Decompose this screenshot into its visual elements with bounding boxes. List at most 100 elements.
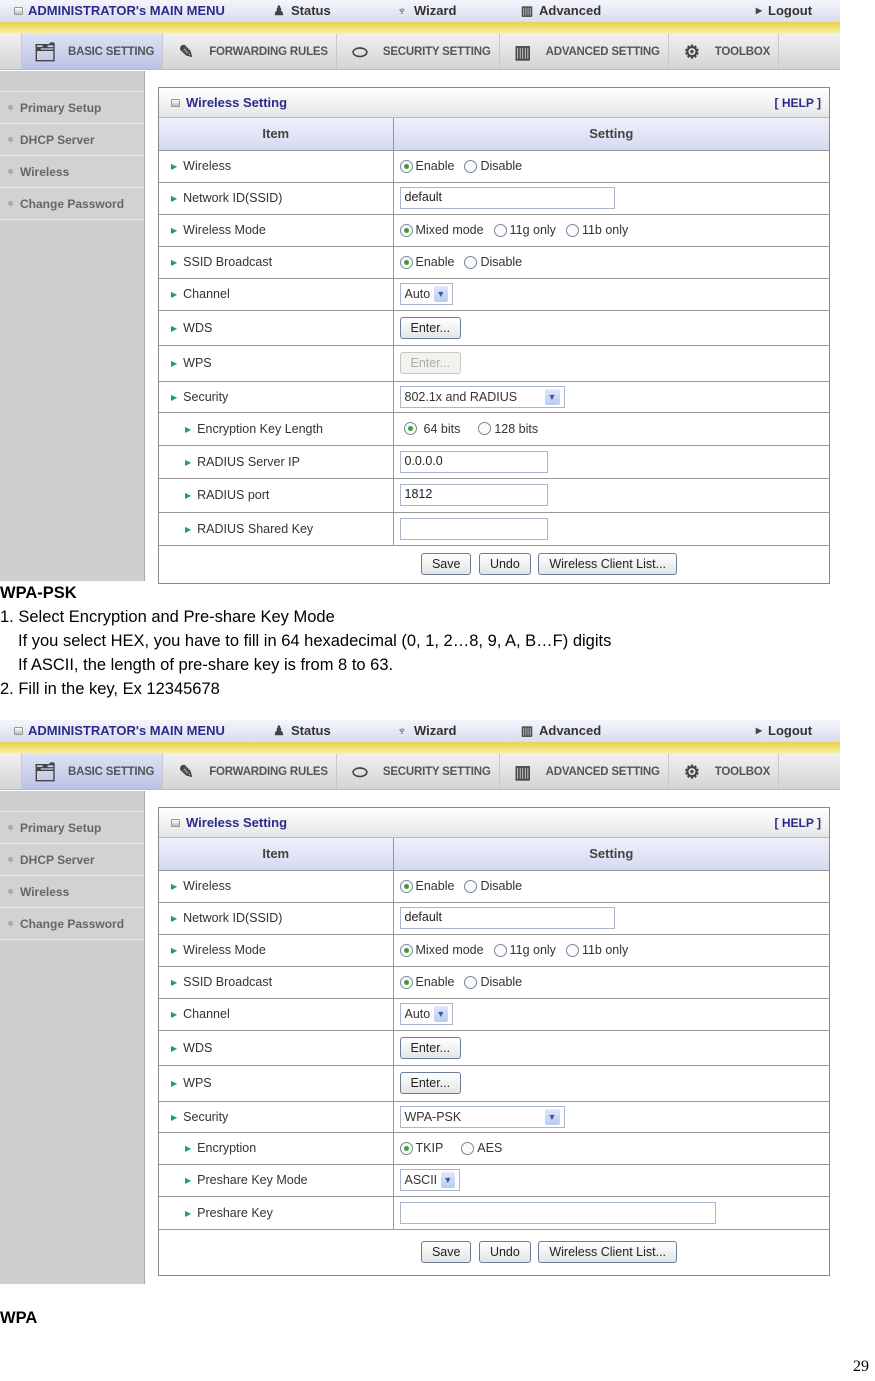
bullet-icon xyxy=(8,169,13,174)
bullet-icon xyxy=(8,857,13,862)
chevron-down-icon: ▼ xyxy=(544,1108,560,1125)
arrow-right-icon: ▶ xyxy=(185,524,192,534)
main-menu-title: ADMINISTRATOR's MAIN MENU xyxy=(14,723,225,738)
radius-shared-key-input[interactable] xyxy=(399,517,548,540)
logout-link[interactable]: ▶ Logout xyxy=(755,3,812,18)
arrow-right-icon: ▶ xyxy=(171,1079,178,1089)
preshare-key-input[interactable] xyxy=(399,1201,716,1224)
tab-advanced-setting[interactable]: ▥ ADVANCED SETTING xyxy=(500,34,669,69)
tab-basic-setting[interactable]: 🗂 BASIC SETTING xyxy=(22,34,164,69)
broadcast-disable-radio[interactable] xyxy=(464,975,478,989)
mode-11b-radio[interactable] xyxy=(565,223,579,237)
encryption-aes-radio[interactable] xyxy=(461,1141,475,1155)
advanced-link[interactable]: ▥ Advanced xyxy=(520,3,601,18)
wizard-icon: ♆ xyxy=(397,2,407,18)
save-button[interactable]: Save xyxy=(420,1241,472,1264)
tab-toolbox[interactable]: ⚙ TOOLBOX xyxy=(669,34,780,69)
table-row: ▶ SSID Broadcast Enable Disable xyxy=(159,246,829,279)
wizard-link[interactable]: ♆ Wizard xyxy=(395,723,456,738)
keylen-64-radio[interactable] xyxy=(403,422,417,436)
sidebar-item-wireless[interactable]: Wireless xyxy=(0,876,144,908)
col-setting: Setting xyxy=(393,838,829,871)
mode-11g-radio[interactable] xyxy=(493,943,507,957)
sidebar-item-wireless[interactable]: Wireless xyxy=(0,156,144,188)
tab-security-setting[interactable]: ⬭ SECURITY SETTING xyxy=(337,754,500,789)
mode-11g-radio[interactable] xyxy=(493,223,507,237)
mode-mixed-radio[interactable] xyxy=(399,223,413,237)
wireless-disable-radio[interactable] xyxy=(464,879,478,893)
person-icon: ♟ xyxy=(273,2,285,18)
sidebar: Primary Setup DHCP Server Wireless Chang… xyxy=(0,71,145,581)
ssid-input[interactable]: default xyxy=(399,907,615,929)
radius-port-input[interactable]: 1812 xyxy=(399,484,548,506)
table-row: ▶ RADIUS Server IP 0.0.0.0 xyxy=(159,445,829,479)
tab-advanced-setting[interactable]: ▥ ADVANCED SETTING xyxy=(500,754,669,789)
ssid-input[interactable]: default xyxy=(399,187,615,209)
advanced-icon: ▥ xyxy=(514,761,532,782)
encryption-tkip-radio[interactable] xyxy=(399,1141,413,1155)
tab-security-setting[interactable]: ⬭ SECURITY SETTING xyxy=(337,34,500,69)
wireless-enable-radio[interactable] xyxy=(399,879,413,893)
arrow-right-icon: ▶ xyxy=(755,5,763,15)
broadcast-enable-radio[interactable] xyxy=(399,255,413,269)
broadcast-enable-radio[interactable] xyxy=(399,975,413,989)
lock-icon: ⬭ xyxy=(352,41,368,62)
wireless-setting-panel: Wireless Setting [ HELP ] Item Setting ▶ W… xyxy=(158,807,830,1276)
broadcast-disable-radio[interactable] xyxy=(464,255,478,269)
panel-title: Wireless Setting xyxy=(171,815,287,830)
status-link[interactable]: ♟ Status xyxy=(272,3,331,18)
mode-mixed-radio[interactable] xyxy=(399,943,413,957)
wireless-client-list-button[interactable]: Wireless Client List... xyxy=(538,1241,678,1264)
undo-button[interactable]: Undo xyxy=(478,553,531,576)
instruction-line: 2. Fill in the key, Ex 12345678 xyxy=(0,680,220,698)
tab-forwarding-rules[interactable]: ✎ FORWARDING RULES xyxy=(163,754,337,789)
arrow-right-icon: ▶ xyxy=(171,258,178,268)
col-item: Item xyxy=(159,118,394,151)
advanced-link[interactable]: ▥ Advanced xyxy=(520,723,601,738)
channel-select[interactable]: Auto ▼ xyxy=(399,1003,453,1025)
security-select[interactable]: 802.1x and RADIUS ▼ xyxy=(399,385,565,408)
logout-link[interactable]: ▶ Logout xyxy=(755,723,812,738)
forward-icon: ✎ xyxy=(178,761,194,782)
undo-button[interactable]: Undo xyxy=(478,1241,531,1264)
preshare-key-mode-select[interactable]: ASCII ▼ xyxy=(399,1169,460,1191)
table-row: ▶ Encryption Key Length 64 bits 128 bits xyxy=(159,412,829,446)
accent-bar xyxy=(0,22,840,34)
sidebar-item-primary-setup[interactable]: Primary Setup xyxy=(0,812,144,844)
tab-toolbox[interactable]: ⚙ TOOLBOX xyxy=(669,754,780,789)
channel-select[interactable]: Auto ▼ xyxy=(399,283,453,305)
sidebar-item-dhcp-server[interactable]: DHCP Server xyxy=(0,124,144,156)
square-icon xyxy=(171,818,180,827)
wds-enter-button[interactable]: Enter... xyxy=(399,316,462,339)
tab-forwarding-rules[interactable]: ✎ FORWARDING RULES xyxy=(163,34,337,69)
bullet-icon xyxy=(8,201,13,206)
wizard-link[interactable]: ♆ Wizard xyxy=(395,2,456,18)
radius-ip-input[interactable]: 0.0.0.0 xyxy=(399,450,548,473)
sidebar-item-change-password[interactable]: Change Password xyxy=(0,188,144,220)
wireless-disable-radio[interactable] xyxy=(464,159,478,173)
tab-basic-setting[interactable]: 🗂 BASIC SETTING xyxy=(22,754,164,789)
save-button[interactable]: Save xyxy=(420,553,472,576)
sidebar-item-change-password[interactable]: Change Password xyxy=(0,908,144,940)
bullet-icon xyxy=(8,921,13,926)
keylen-128-radio[interactable] xyxy=(478,422,492,436)
status-link[interactable]: ♟ Status xyxy=(272,723,331,738)
wps-enter-button[interactable]: Enter... xyxy=(399,352,462,374)
wireless-enable-radio[interactable] xyxy=(399,159,413,173)
wds-enter-button[interactable]: Enter... xyxy=(399,1036,462,1059)
chevron-down-icon: ▼ xyxy=(434,1006,448,1022)
wireless-client-list-button[interactable]: Wireless Client List... xyxy=(538,553,678,576)
instruction-line: 1. Select Encryption and Pre-share Key M… xyxy=(0,608,335,626)
help-link[interactable]: [ HELP ] xyxy=(775,96,821,110)
sidebar-item-primary-setup[interactable]: Primary Setup xyxy=(0,92,144,124)
mode-11b-radio[interactable] xyxy=(565,943,579,957)
sidebar-item-dhcp-server[interactable]: DHCP Server xyxy=(0,844,144,876)
wps-enter-button[interactable]: Enter... xyxy=(399,1072,462,1094)
security-select[interactable]: WPA-PSK ▼ xyxy=(399,1105,565,1128)
advanced-icon: ▥ xyxy=(520,2,534,18)
settings-table: Item Setting ▶ Wireless Enable Disable ▶ Net… xyxy=(159,118,829,583)
bullet-icon xyxy=(8,889,13,894)
col-item: Item xyxy=(159,838,394,871)
help-link[interactable]: [ HELP ] xyxy=(775,816,821,830)
button-row: Save Undo Wireless Client List... xyxy=(159,1229,829,1275)
